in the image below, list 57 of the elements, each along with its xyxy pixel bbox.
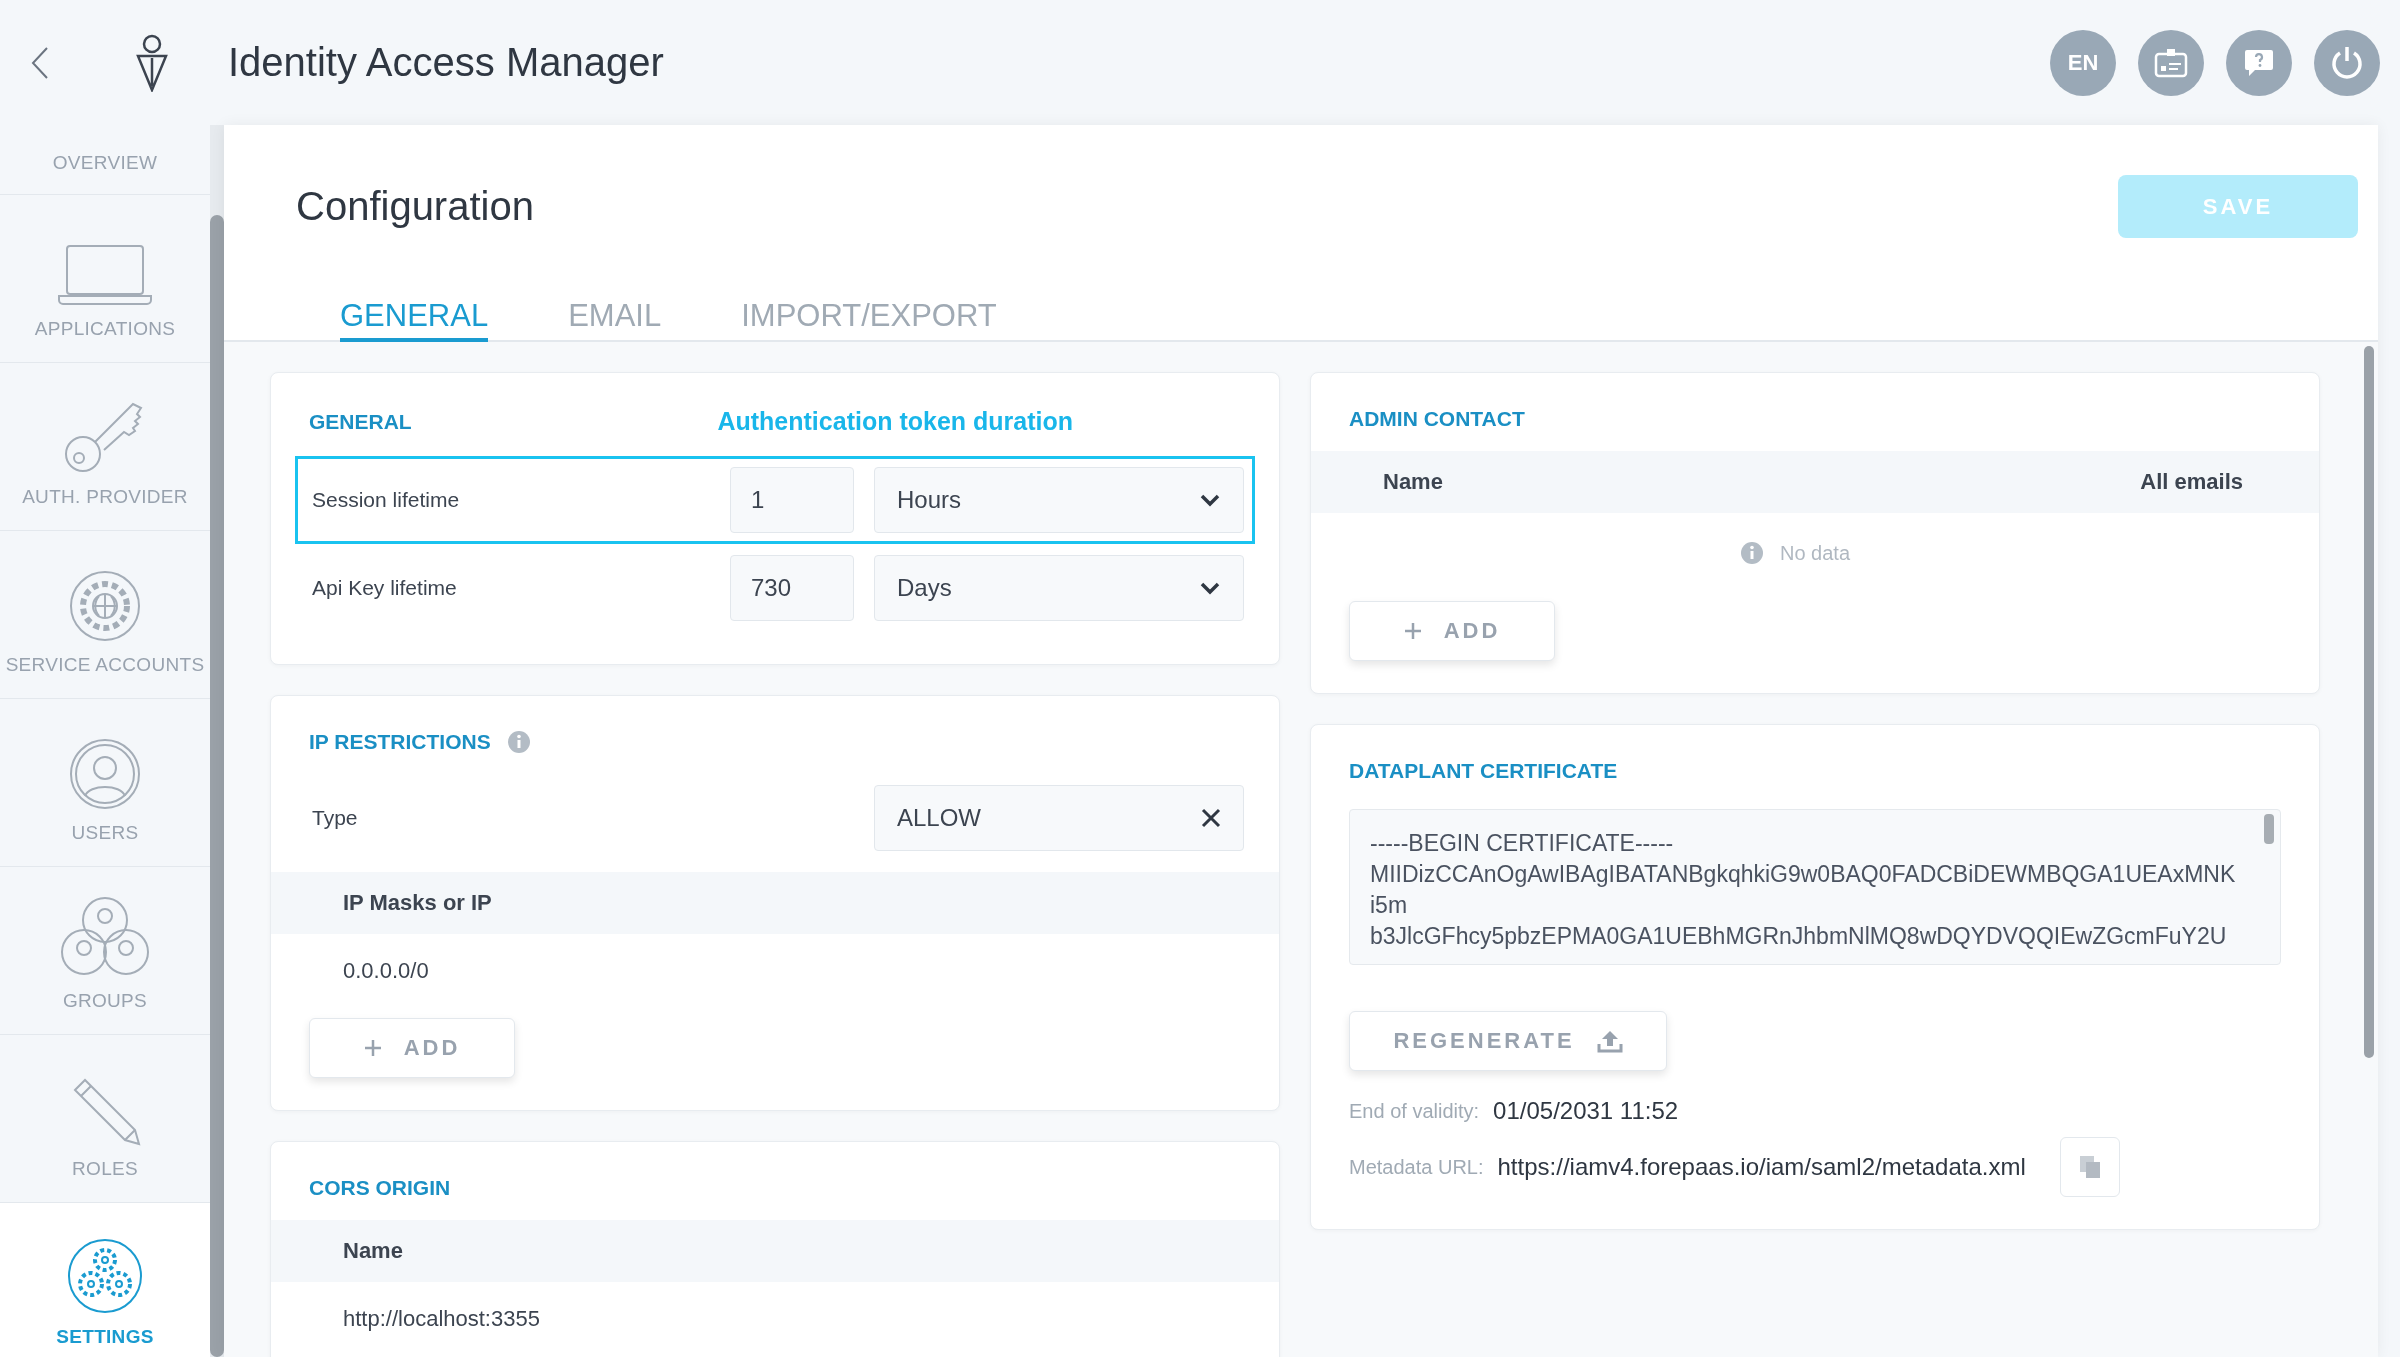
field-label: Session lifetime <box>312 488 461 512</box>
chevron-down-icon <box>1199 581 1221 595</box>
close-icon[interactable] <box>1201 808 1221 828</box>
gear-globe-icon <box>69 570 141 642</box>
plus-icon <box>1403 622 1422 640</box>
card-title: DATAPLANT CERTIFICATE <box>1349 759 1618 783</box>
tab[interactable]: EMAIL <box>568 298 662 342</box>
info-icon <box>1739 541 1764 565</box>
logo-icon <box>134 33 170 92</box>
copy-button[interactable] <box>2059 1137 2120 1197</box>
certificate-text: -----BEGIN CERTIFICATE----- MIIDizCCAnOgAwIBAgIBATANBgkqhkiG9w0BAQ0FADCBiDEWMBQGA1UEAxMNK i5m b3JlcGFhcy5pbzEPMA0GA1UEBhMGRnJhbmNlMQ8wDQYDVQQIEwZGcmFuY2U <box>1370 829 2237 951</box>
column-header: All emails <box>2140 469 2243 495</box>
laptop-icon <box>57 244 153 306</box>
unit-dropdown[interactable]: Hours <box>874 467 1244 533</box>
card-title: GENERAL <box>309 409 412 434</box>
number-field[interactable]: 730 <box>730 555 854 621</box>
back-button[interactable] <box>30 45 50 80</box>
power-icon <box>2330 44 2364 81</box>
add-button[interactable]: ADD <box>1349 601 1555 661</box>
number-field[interactable]: 1 <box>730 467 854 533</box>
chevron-down-icon <box>1199 493 1221 507</box>
card-title: CORS ORIGIN <box>309 1176 451 1200</box>
info-icon <box>506 730 531 754</box>
column-header: IP Masks or IP <box>343 890 492 916</box>
field-label: Metadata URL: <box>1349 1155 1484 1179</box>
column-header: Name <box>343 1238 403 1264</box>
back-icon <box>30 45 50 80</box>
certificate-field[interactable]: -----BEGIN CERTIFICATE----- MIIDizCCAnOgAwIBAgIBATANBgkqhkiG9w0BAQ0FADCBiDEWMBQGA1UEAxMNK i5m b3JlcGFhcy5pbzEPMA0GA1UEBhMGRnJhbmNlMQ8wDQYDVQQIEwZGcmFuY2U <box>1349 809 2281 965</box>
table-cell-text: http://localhost:3355 <box>342 1305 541 1333</box>
field-label: Type <box>312 806 359 830</box>
language-button[interactable]: EN <box>2050 29 2116 96</box>
unit-dropdown[interactable]: Days <box>874 555 1244 621</box>
column-header: Name <box>1383 469 1443 495</box>
plus-icon <box>363 1039 382 1057</box>
app-title: Identity Access Manager <box>228 40 665 85</box>
empty-message: No data <box>1779 541 1851 565</box>
gears-icon <box>67 1238 143 1314</box>
sidebar-item[interactable]: SETTINGS <box>0 1203 210 1357</box>
upload-icon <box>1596 1029 1623 1053</box>
scrollbar-thumb <box>2264 814 2274 844</box>
page-title: Configuration <box>296 184 534 229</box>
table-cell-text: 0.0.0.0/0 <box>342 957 430 985</box>
tab[interactable]: IMPORT/EXPORT <box>741 298 997 342</box>
url-text: https://iamv4.forepaas.io/iam/saml2/metadata.xml <box>1497 1153 2026 1181</box>
annotation-label: Authentication token duration <box>717 407 1073 436</box>
add-button[interactable]: ADD <box>309 1018 515 1078</box>
field-value: 01/05/2031 11:52 <box>1493 1097 1679 1125</box>
help-icon <box>2243 47 2275 78</box>
field-label: Api Key lifetime <box>312 576 458 600</box>
badge-icon <box>2154 47 2188 78</box>
type-dropdown[interactable]: ALLOW <box>874 785 1244 851</box>
regenerate-button[interactable]: REGENERATE <box>1349 1011 1667 1071</box>
card-title: ADMIN CONTACT <box>1349 407 1525 431</box>
user-icon <box>69 738 141 810</box>
field-label: End of validity: <box>1349 1099 1480 1123</box>
copy-icon <box>2077 1154 2102 1180</box>
card-title: IP RESTRICTIONS <box>309 730 491 754</box>
